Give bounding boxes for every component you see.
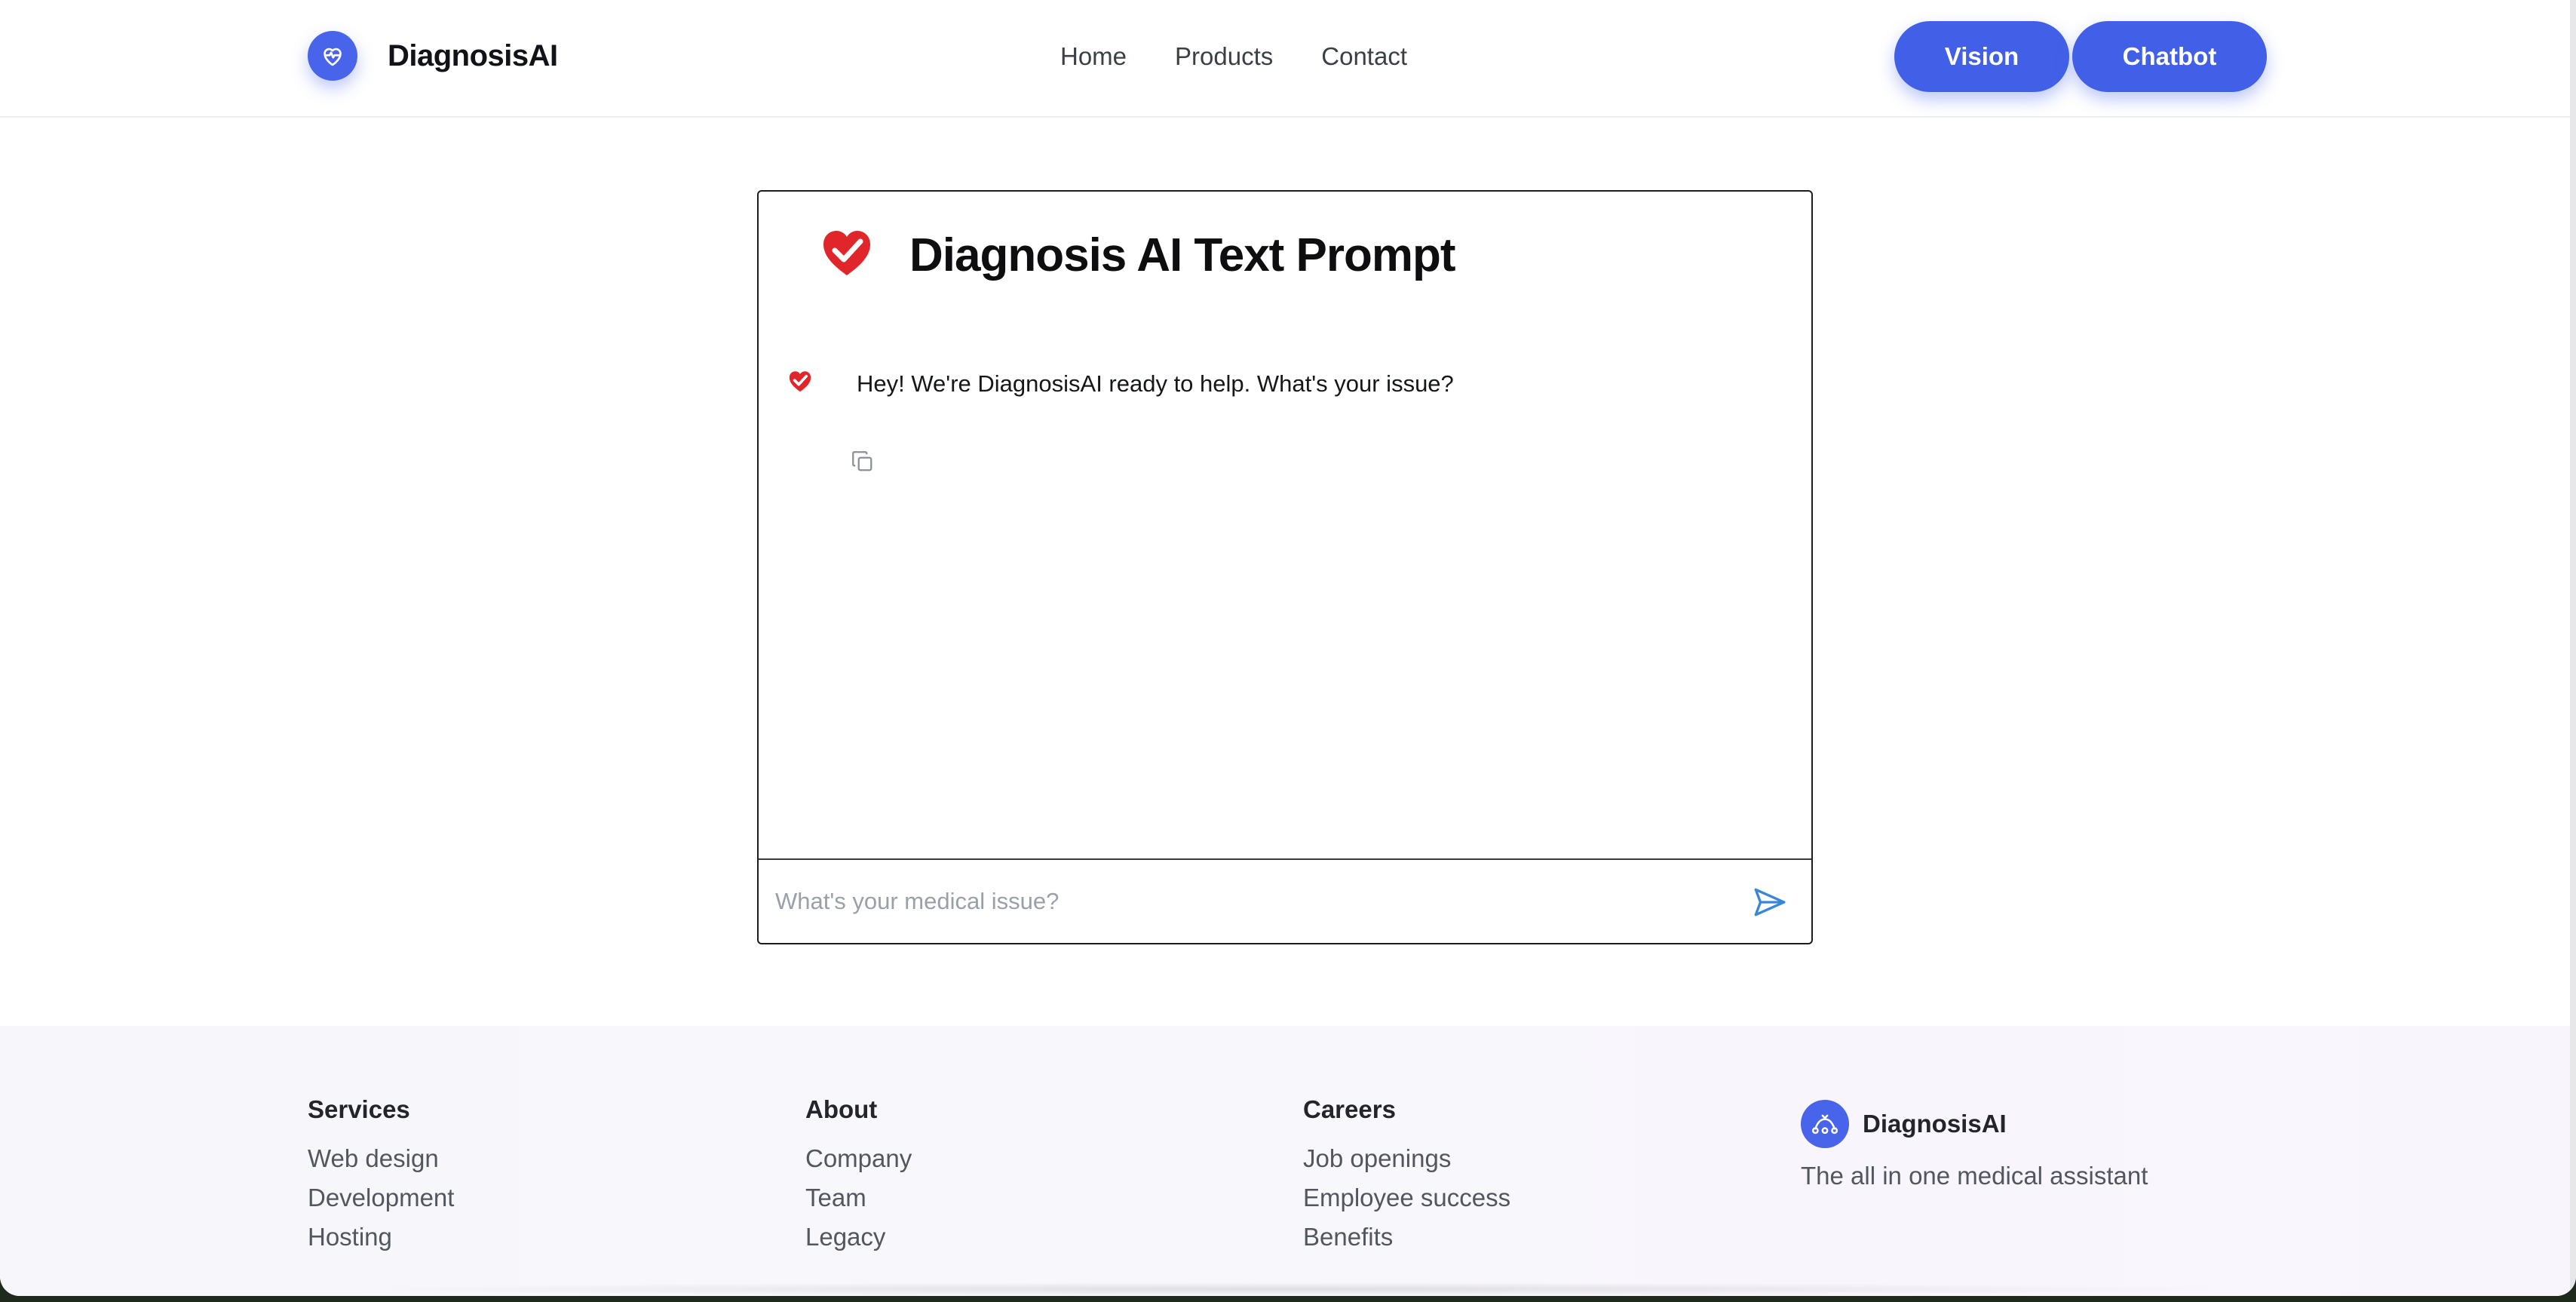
footer-link-employee-success[interactable]: Employee success xyxy=(1303,1178,1510,1218)
site-footer: Services Web design Development Hosting … xyxy=(0,1026,2570,1296)
nav-products[interactable]: Products xyxy=(1175,42,1273,71)
footer-link-web-design[interactable]: Web design xyxy=(308,1139,454,1178)
chat-header: Diagnosis AI Text Prompt xyxy=(819,223,1456,287)
footer-heading-services: Services xyxy=(308,1095,410,1123)
chat-message: Hey! We're DiagnosisAI ready to help. Wh… xyxy=(787,370,1454,398)
footer-brand-name: DiagnosisAI xyxy=(1863,1110,2007,1138)
chatbot-button[interactable]: Chatbot xyxy=(2072,21,2267,92)
page-scrollbar[interactable] xyxy=(2570,0,2576,1296)
brand[interactable]: DiagnosisAI xyxy=(308,30,558,81)
footer-brand: DiagnosisAI The all in one medical assis… xyxy=(1801,1100,2148,1190)
footer-services: Services Web design Development Hosting xyxy=(308,1095,454,1257)
footer-link-team[interactable]: Team xyxy=(805,1178,912,1218)
medical-issue-input[interactable] xyxy=(775,881,1695,922)
footer-about: About Company Team Legacy xyxy=(805,1095,912,1257)
brand-name: DiagnosisAI xyxy=(388,38,558,72)
footer-shadow xyxy=(332,1282,2247,1296)
copy-icon[interactable] xyxy=(849,448,876,475)
footer-heading-about: About xyxy=(805,1095,878,1123)
footer-link-hosting[interactable]: Hosting xyxy=(308,1218,454,1257)
chat-input-bar xyxy=(759,858,1811,943)
chat-title: Diagnosis AI Text Prompt xyxy=(909,229,1456,281)
nav-home[interactable]: Home xyxy=(1060,42,1127,71)
footer-brand-row[interactable]: DiagnosisAI xyxy=(1801,1100,2148,1148)
heart-check-icon xyxy=(819,227,875,284)
send-icon xyxy=(1750,888,1790,923)
footer-link-legacy[interactable]: Legacy xyxy=(805,1218,912,1257)
bot-avatar-icon xyxy=(787,370,813,398)
site-header: DiagnosisAI Home Products Contact Vision… xyxy=(0,0,2570,118)
footer-link-job-openings[interactable]: Job openings xyxy=(1303,1139,1510,1178)
footer-link-company[interactable]: Company xyxy=(805,1139,912,1178)
vision-button[interactable]: Vision xyxy=(1894,21,2069,92)
footer-careers: Careers Job openings Employee success Be… xyxy=(1303,1095,1510,1257)
footer-tagline: The all in one medical assistant xyxy=(1801,1162,2148,1190)
nav-contact[interactable]: Contact xyxy=(1321,42,1407,71)
heart-pulse-icon xyxy=(308,31,357,81)
stethoscope-icon xyxy=(1801,1100,1849,1148)
main-nav: Home Products Contact xyxy=(1060,38,1455,75)
header-actions: Vision Chatbot xyxy=(1894,21,2267,92)
chat-message-text: Hey! We're DiagnosisAI ready to help. Wh… xyxy=(857,370,1454,397)
chat-panel: Diagnosis AI Text Prompt Hey! We're Diag… xyxy=(757,190,1813,944)
send-button[interactable] xyxy=(1748,883,1792,923)
footer-heading-careers: Careers xyxy=(1303,1095,1396,1123)
footer-link-development[interactable]: Development xyxy=(308,1178,454,1218)
browser-page: DiagnosisAI Home Products Contact Vision… xyxy=(0,0,2576,1296)
footer-link-benefits[interactable]: Benefits xyxy=(1303,1218,1510,1257)
